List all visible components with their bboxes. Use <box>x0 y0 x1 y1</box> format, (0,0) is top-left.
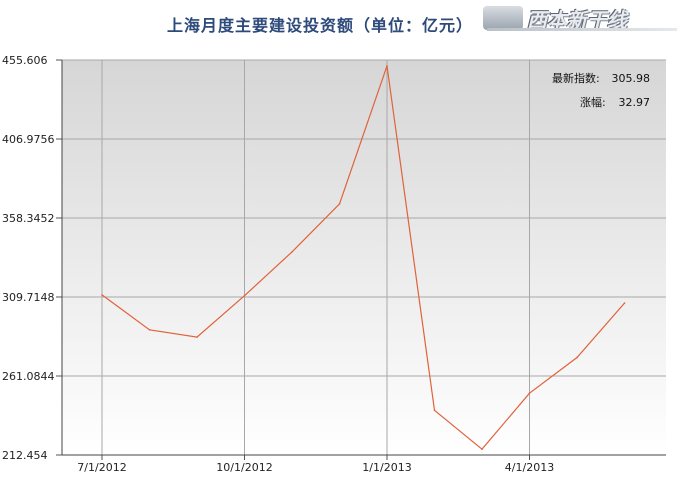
y-tick-label: 261.0844 <box>2 370 55 383</box>
data-point <box>243 294 246 297</box>
data-point <box>101 294 103 296</box>
data-point <box>386 65 388 67</box>
y-tick-label: 309.7148 <box>2 291 55 304</box>
x-axis: 7/1/2012 10/1/2012 1/1/2013 4/1/2013 <box>62 454 666 474</box>
data-point <box>433 409 436 412</box>
data-point <box>196 336 198 338</box>
data-point <box>338 203 341 205</box>
x-tick-label: 7/1/2012 <box>77 461 126 474</box>
plot-area <box>62 60 666 455</box>
change-value: 32.97 <box>619 96 651 109</box>
data-point <box>291 251 293 253</box>
x-tick-label: 10/1/2012 <box>216 461 272 474</box>
y-tick-label: 358.3452 <box>2 212 55 225</box>
y-tick-label: 455.606 <box>2 54 48 67</box>
y-tick-label: 212.454 <box>2 449 48 462</box>
x-tick-label: 1/1/2013 <box>362 461 411 474</box>
latest-index-label: 最新指数: <box>552 71 600 85</box>
data-point <box>481 448 483 451</box>
y-tick-label: 406.9756 <box>2 133 55 146</box>
x-tick-label: 4/1/2013 <box>505 461 554 474</box>
data-point <box>623 302 626 304</box>
data-point <box>528 392 531 394</box>
y-axis: 455.606 406.9756 358.3452 309.7148 261.0844 2… <box>2 54 63 462</box>
change-label: 涨幅: <box>580 96 606 109</box>
line-chart: 455.606 406.9756 358.3452 309.7148 261.0844 2… <box>2 54 666 474</box>
data-point <box>576 356 578 359</box>
latest-index-value: 305.98 <box>612 72 651 85</box>
data-point <box>148 329 151 331</box>
